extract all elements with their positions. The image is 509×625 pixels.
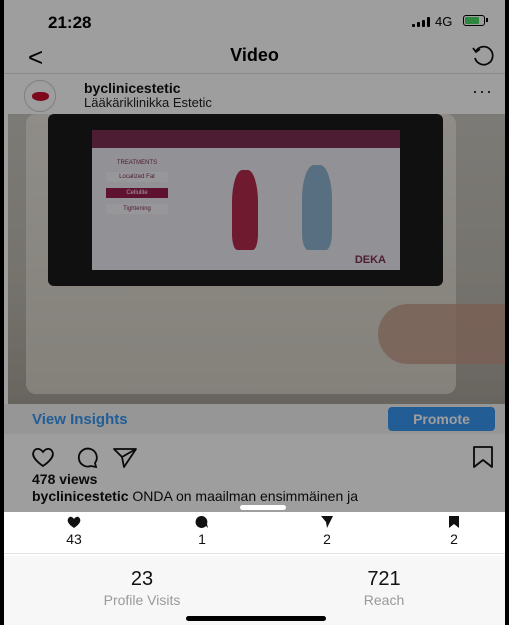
reach-stats: 23 Profile Visits 721 Reach xyxy=(4,556,505,625)
comments-stat: 1 xyxy=(162,512,242,547)
reach-label: Reach xyxy=(363,592,405,608)
engagement-stats: 43 1 2 2 xyxy=(4,512,505,554)
profile-visits-stat: 23 Profile Visits xyxy=(42,568,242,608)
saves-count: 2 xyxy=(450,531,458,547)
home-indicator[interactable] xyxy=(186,616,326,621)
send-icon xyxy=(321,516,333,528)
profile-visits-label: Profile Visits xyxy=(103,592,181,608)
likes-count: 43 xyxy=(66,531,82,547)
comment-icon xyxy=(195,515,208,528)
shares-stat: 2 xyxy=(287,512,367,547)
shares-count: 2 xyxy=(323,531,331,547)
comments-count: 1 xyxy=(198,531,206,547)
post-view: 21:28 4G < Video byclinicestetic Lääkäri… xyxy=(4,0,505,512)
saves-stat: 2 xyxy=(414,512,494,547)
reach-stat: 721 Reach xyxy=(284,568,484,608)
sheet-grabber[interactable] xyxy=(240,505,286,510)
dim-overlay[interactable] xyxy=(4,0,505,512)
insights-sheet: 43 1 2 2 23 Profile Visits 721 Reach xyxy=(4,505,505,625)
profile-visits-value: 23 xyxy=(130,568,154,590)
heart-icon xyxy=(67,516,81,528)
phone-screen: 21:28 4G < Video byclinicestetic Lääkäri… xyxy=(4,0,505,625)
bookmark-icon xyxy=(449,516,459,528)
reach-value: 721 xyxy=(367,568,401,590)
likes-stat: 43 xyxy=(34,512,114,547)
